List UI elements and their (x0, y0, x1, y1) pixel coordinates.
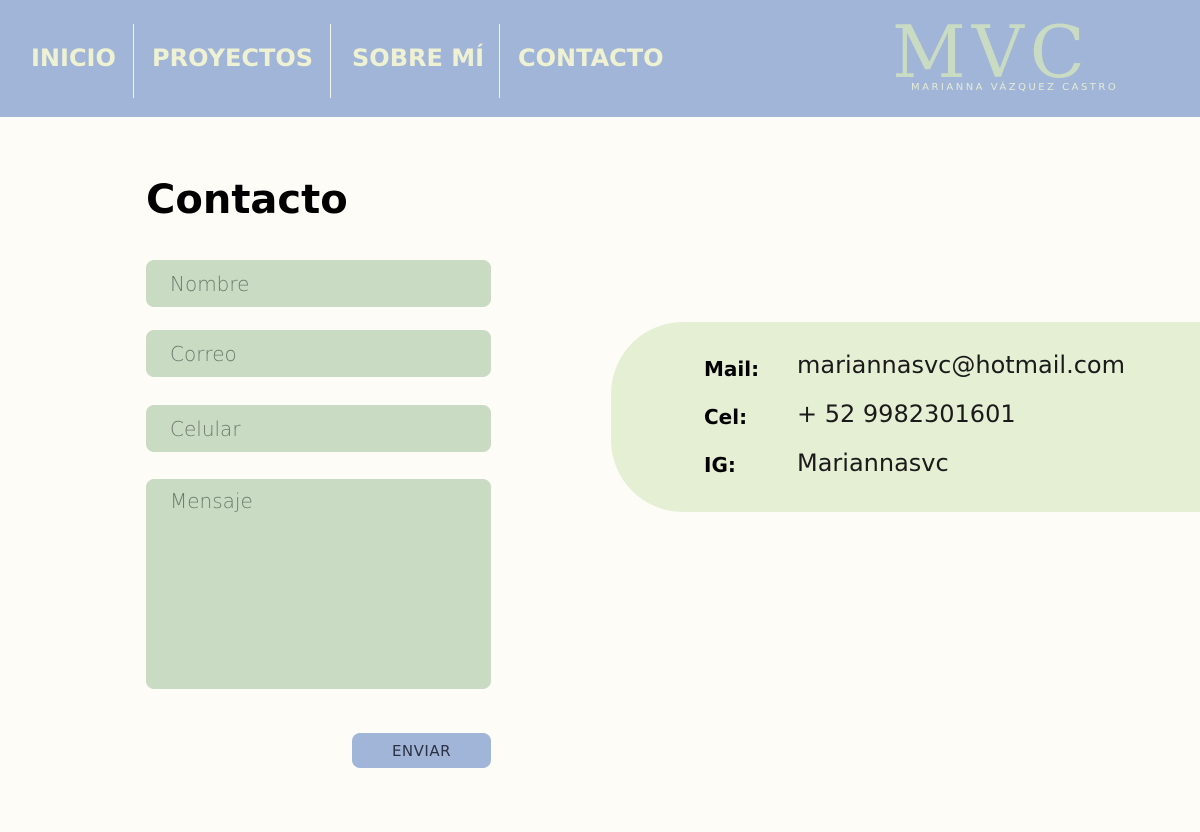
logo-monogram: MVC (892, 22, 1091, 82)
name-input[interactable] (146, 260, 491, 307)
ig-value[interactable]: Mariannasvc (797, 449, 949, 477)
mail-value[interactable]: mariannasvc@hotmail.com (797, 351, 1125, 379)
page-title: Contacto (146, 177, 348, 223)
send-button[interactable]: ENVIAR (352, 733, 491, 768)
message-textarea[interactable] (146, 479, 491, 689)
top-navbar: INICIO PROYECTOS SOBRE MÍ CONTACTO MVC M… (0, 0, 1200, 117)
mail-label: Mail: (704, 357, 760, 381)
logo-subtitle: MARIANNA VÁZQUEZ CASTRO (911, 82, 1119, 93)
nav-item-sobre-mi[interactable]: SOBRE MÍ (352, 0, 484, 117)
nav-divider (133, 24, 134, 98)
phone-input[interactable] (146, 405, 491, 452)
nav-divider (499, 24, 500, 98)
email-input[interactable] (146, 330, 491, 377)
cel-label: Cel: (704, 405, 748, 429)
cel-value[interactable]: + 52 9982301601 (797, 400, 1016, 428)
nav-divider (330, 24, 331, 98)
brand-logo[interactable]: MVC MARIANNA VÁZQUEZ CASTRO (892, 22, 1124, 96)
nav-item-contacto[interactable]: CONTACTO (518, 0, 664, 117)
ig-label: IG: (704, 453, 736, 477)
contact-info-card: Mail: mariannasvc@hotmail.com Cel: + 52 … (611, 322, 1200, 512)
nav-item-proyectos[interactable]: PROYECTOS (152, 0, 313, 117)
nav-item-inicio[interactable]: INICIO (31, 0, 116, 117)
